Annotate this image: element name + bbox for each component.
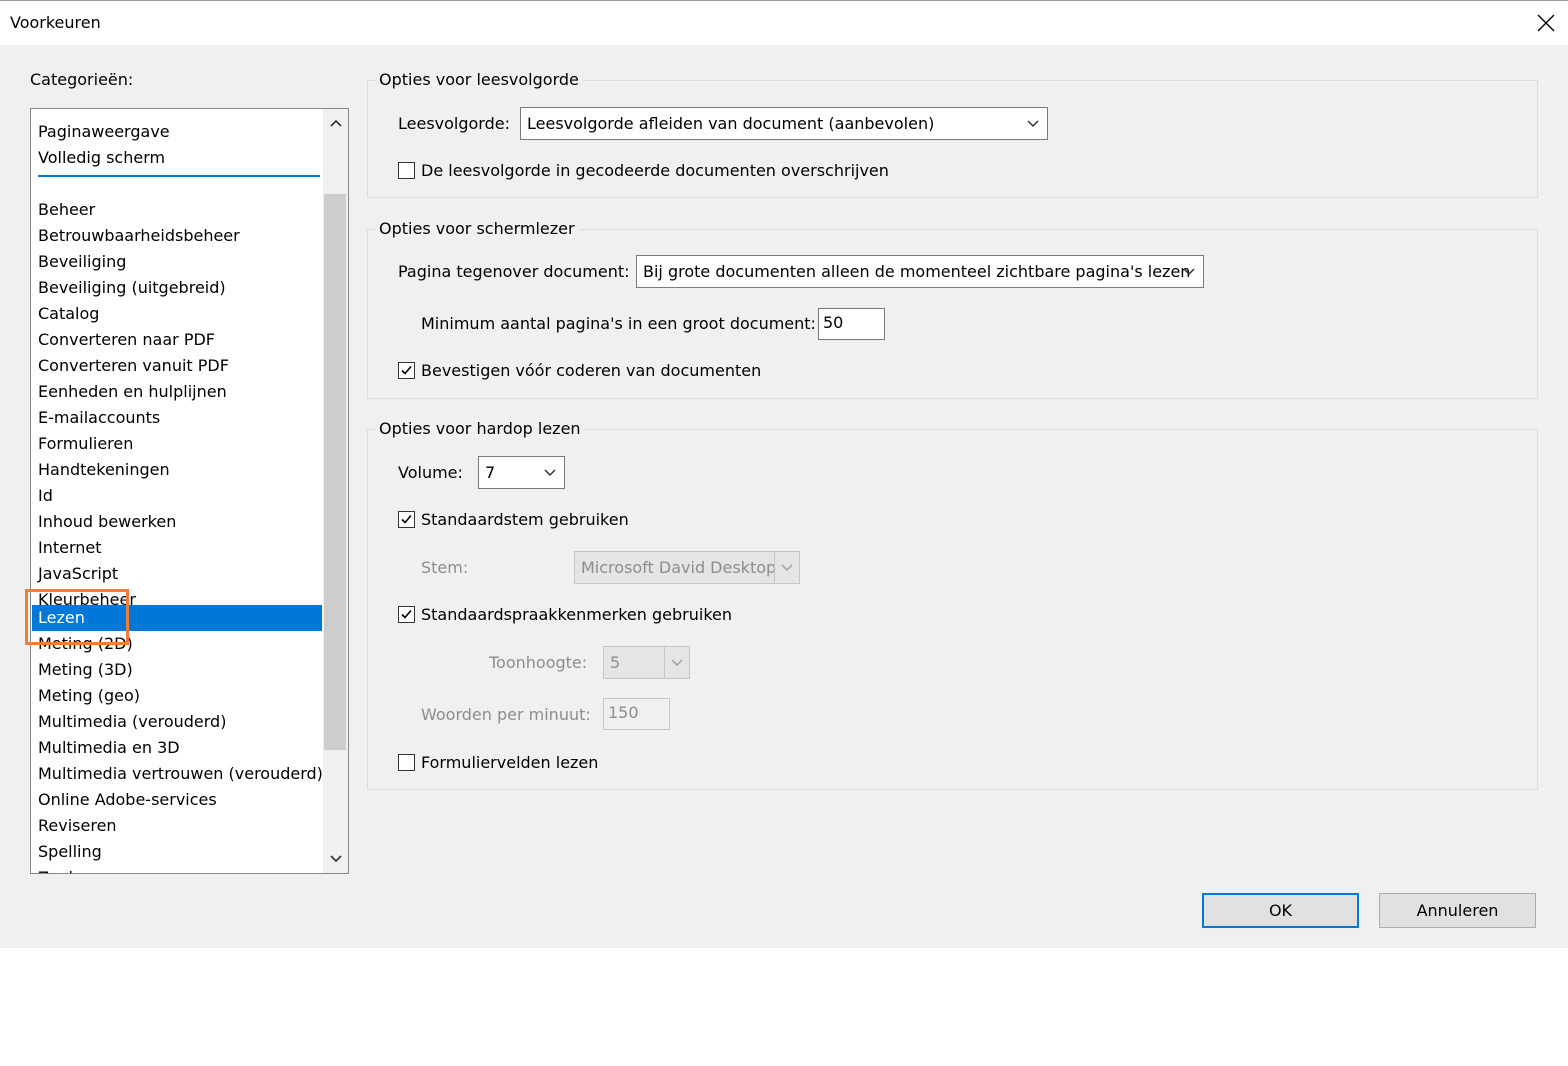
category-paginaweergave[interactable]: Paginaweergave bbox=[32, 119, 322, 145]
category-converteren-naar-pdf[interactable]: Converteren naar PDF bbox=[32, 327, 322, 353]
read-aloud-legend: Opties voor hardop lezen bbox=[375, 419, 585, 439]
confirm-before-tagging-label: Bevestigen vóór coderen van documenten bbox=[421, 361, 762, 380]
category-internet[interactable]: Internet bbox=[32, 535, 322, 561]
category-beveiliging-uitgebreid[interactable]: Beveiliging (uitgebreid) bbox=[32, 275, 322, 301]
reading-order-label: Leesvolgorde: bbox=[398, 114, 510, 133]
category-multimedia-en-3d[interactable]: Multimedia en 3D bbox=[32, 735, 322, 761]
category-id[interactable]: Id bbox=[32, 483, 322, 509]
categories-items: Paginaweergave Volledig scherm Beheer Be… bbox=[31, 109, 323, 873]
default-speech-attributes-label: Standaardspraakkenmerken gebruiken bbox=[421, 605, 732, 624]
category-beveiliging[interactable]: Beveiliging bbox=[32, 249, 322, 275]
volume-value: 7 bbox=[485, 463, 496, 482]
default-speech-attributes-checkbox[interactable] bbox=[398, 606, 415, 623]
category-javascript[interactable]: JavaScript bbox=[32, 561, 322, 587]
scrollbar-thumb[interactable] bbox=[324, 194, 346, 750]
default-voice-checkbox[interactable] bbox=[398, 511, 415, 528]
category-e-mailaccounts[interactable]: E-mailaccounts bbox=[32, 405, 322, 431]
volume-label: Volume: bbox=[398, 463, 463, 482]
close-button[interactable] bbox=[1528, 5, 1564, 41]
cancel-button-label: Annuleren bbox=[1416, 901, 1499, 920]
chevron-down-icon bbox=[1183, 267, 1195, 275]
read-form-fields-checkbox[interactable] bbox=[398, 754, 415, 771]
pitch-value: 5 bbox=[610, 653, 621, 672]
min-pages-label: Minimum aantal pagina's in een groot doc… bbox=[421, 314, 816, 333]
chevron-up-icon bbox=[329, 119, 342, 127]
min-pages-input[interactable]: 50 bbox=[818, 308, 885, 340]
words-per-minute-input[interactable]: 150 bbox=[603, 698, 670, 730]
category-catalog[interactable]: Catalog bbox=[32, 301, 322, 327]
title-bar: Voorkeuren bbox=[0, 0, 1568, 45]
checkmark-icon bbox=[401, 365, 412, 375]
read-form-fields-label: Formuliervelden lezen bbox=[421, 753, 599, 772]
words-per-minute-value: 150 bbox=[608, 703, 639, 722]
chevron-down-icon bbox=[1027, 119, 1039, 127]
reading-order-legend: Opties voor leesvolgorde bbox=[375, 70, 583, 90]
preferences-dialog: Voorkeuren Categorieën: Paginaweergave V… bbox=[0, 0, 1568, 948]
category-separator bbox=[38, 175, 320, 177]
close-icon bbox=[1537, 14, 1555, 32]
chevron-down-icon bbox=[671, 658, 683, 666]
default-voice-label: Standaardstem gebruiken bbox=[421, 510, 629, 529]
category-converteren-vanuit-pdf[interactable]: Converteren vanuit PDF bbox=[32, 353, 322, 379]
category-beheer[interactable]: Beheer bbox=[32, 197, 322, 223]
dropdown-arrow bbox=[664, 647, 689, 678]
category-multimedia-vertrouwen[interactable]: Multimedia vertrouwen (verouderd) bbox=[32, 761, 323, 787]
category-eenheden-en-hulplijnen[interactable]: Eenheden en hulplijnen bbox=[32, 379, 322, 405]
pitch-label: Toonhoogte: bbox=[489, 653, 588, 672]
min-pages-value: 50 bbox=[823, 313, 844, 332]
category-spelling[interactable]: Spelling bbox=[32, 839, 322, 865]
voice-select[interactable]: Microsoft David Desktop bbox=[574, 551, 800, 584]
ok-button[interactable]: OK bbox=[1202, 893, 1359, 928]
cancel-button[interactable]: Annuleren bbox=[1379, 893, 1536, 928]
chevron-down-icon bbox=[781, 563, 793, 571]
category-zoeken[interactable]: Zoeken bbox=[32, 865, 322, 873]
page-vs-document-value: Bij grote documenten alleen de momenteel… bbox=[643, 262, 1191, 281]
category-meting-geo[interactable]: Meting (geo) bbox=[32, 683, 322, 709]
category-inhoud-bewerken[interactable]: Inhoud bewerken bbox=[32, 509, 322, 535]
page-vs-document-label: Pagina tegenover document: bbox=[398, 262, 630, 281]
categories-scrollbar[interactable] bbox=[323, 109, 348, 873]
pitch-select[interactable]: 5 bbox=[603, 646, 690, 679]
words-per-minute-label: Woorden per minuut: bbox=[421, 705, 591, 724]
scroll-down-button[interactable] bbox=[323, 845, 348, 873]
dropdown-arrow bbox=[774, 552, 799, 583]
dropdown-arrow bbox=[536, 457, 564, 488]
page-vs-document-select[interactable]: Bij grote documenten alleen de momenteel… bbox=[636, 255, 1204, 288]
window-title: Voorkeuren bbox=[10, 13, 101, 32]
category-volledig-scherm[interactable]: Volledig scherm bbox=[32, 145, 322, 171]
scroll-up-button[interactable] bbox=[323, 109, 348, 137]
voice-value: Microsoft David Desktop bbox=[581, 558, 777, 577]
override-order-checkbox[interactable] bbox=[398, 162, 415, 179]
reading-order-select[interactable]: Leesvolgorde afleiden van document (aanb… bbox=[520, 107, 1048, 140]
category-multimedia-verouderd[interactable]: Multimedia (verouderd) bbox=[32, 709, 322, 735]
chevron-down-icon bbox=[329, 855, 342, 863]
ok-button-label: OK bbox=[1268, 901, 1293, 920]
checkmark-icon bbox=[401, 609, 412, 619]
checkmark-icon bbox=[401, 514, 412, 524]
category-meting-3d[interactable]: Meting (3D) bbox=[32, 657, 322, 683]
screen-reader-legend: Opties voor schermlezer bbox=[375, 219, 579, 239]
category-online-adobe-services[interactable]: Online Adobe-services bbox=[32, 787, 322, 813]
categories-label: Categorieën: bbox=[30, 70, 134, 89]
dropdown-arrow bbox=[1175, 256, 1203, 287]
categories-list[interactable]: Paginaweergave Volledig scherm Beheer Be… bbox=[30, 108, 349, 874]
category-betrouwbaarheidsbeheer[interactable]: Betrouwbaarheidsbeheer bbox=[32, 223, 322, 249]
override-order-label: De leesvolgorde in gecodeerde documenten… bbox=[421, 161, 889, 180]
chevron-down-icon bbox=[544, 468, 556, 476]
category-handtekeningen[interactable]: Handtekeningen bbox=[32, 457, 322, 483]
dropdown-arrow bbox=[1019, 108, 1047, 139]
reading-order-value: Leesvolgorde afleiden van document (aanb… bbox=[527, 114, 935, 133]
category-reviseren[interactable]: Reviseren bbox=[32, 813, 322, 839]
voice-label: Stem: bbox=[421, 558, 469, 577]
volume-select[interactable]: 7 bbox=[478, 456, 565, 489]
highlight-box bbox=[25, 589, 129, 645]
confirm-before-tagging-checkbox[interactable] bbox=[398, 362, 415, 379]
category-formulieren[interactable]: Formulieren bbox=[32, 431, 322, 457]
